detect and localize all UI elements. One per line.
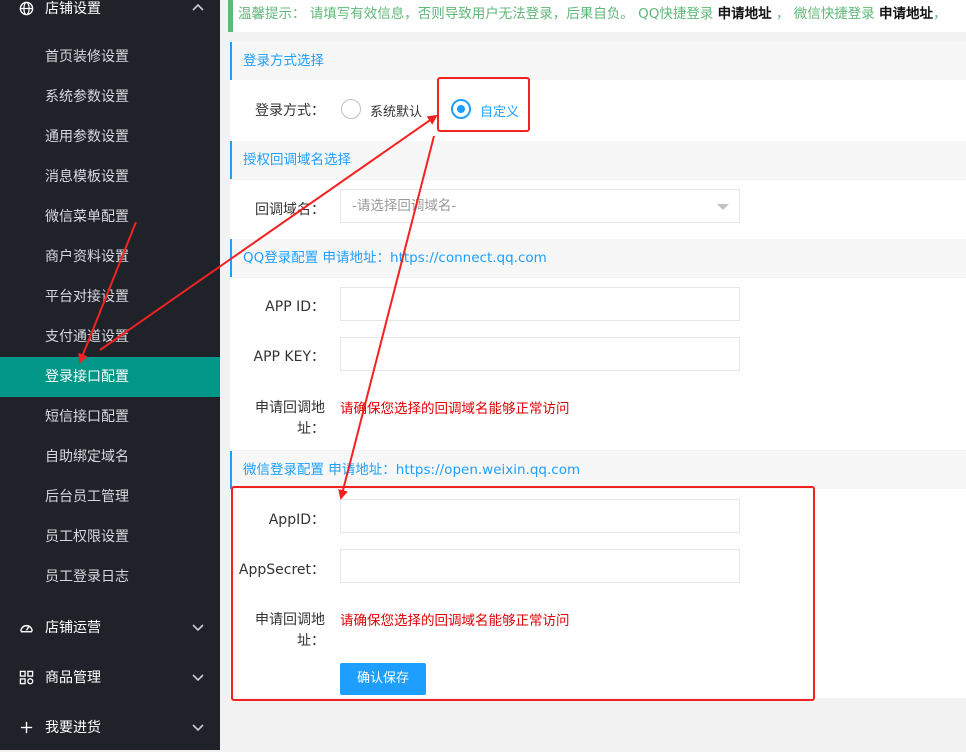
wx-callback-warning: 请确保您选择的回调域名能够正常访问 [340,613,570,629]
chevron-down-icon [190,719,206,735]
gauge-icon [18,619,34,635]
qq-callback-label-line2: 址： [297,421,325,437]
save-button[interactable]: 确认保存 [340,663,426,695]
login-method-label: 登录方式： [255,103,325,119]
globe-icon [18,0,34,16]
sidebar-item-sms-api[interactable]: 短信接口配置 [0,397,220,437]
section-title-login-method: 登录方式选择 [230,42,966,80]
sidebar: 店铺设置 首页装修设置 系统参数设置 通用参数设置 消息模板设置 微信菜单配置 … [0,0,220,750]
qq-app-id-label: APP ID： [265,299,325,315]
sidebar-item-platform-integration[interactable]: 平台对接设置 [0,277,220,317]
wx-apply-link[interactable]: 申请地址 [879,6,933,22]
chevron-down-icon [190,669,206,685]
wx-appsecret-label: AppSecret： [238,562,325,578]
sidebar-item-system-params[interactable]: 系统参数设置 [0,77,220,117]
section-title-weixin-config: 微信登录配置 申请地址：https://open.weixin.qq.com [230,451,966,489]
qq-apply-link[interactable]: 申请地址 [718,6,772,22]
notice-qq-label: QQ快捷登录 [638,6,714,22]
wx-callback-label-line1: 申请回调地 [255,612,325,628]
sidebar-item-staff-login-log[interactable]: 员工登录日志 [0,557,220,597]
notice-bar: 温馨提示： 请填写有效信息，否则导致用户无法登录，后果自负。 QQ快捷登录 申请… [228,0,966,32]
wx-appid-input[interactable] [340,499,740,533]
sidebar-item-general-params[interactable]: 通用参数设置 [0,117,220,157]
wx-appid-label: AppID： [268,512,325,528]
qq-app-id-input[interactable] [340,287,740,321]
sidebar-group-product-management[interactable]: 商品管理 [0,652,220,702]
sidebar-item-staff-permissions[interactable]: 员工权限设置 [0,517,220,557]
sidebar-item-payment-channel[interactable]: 支付通道设置 [0,317,220,357]
sidebar-item-staff-management[interactable]: 后台员工管理 [0,477,220,517]
sidebar-group-shop-operations[interactable]: 店铺运营 [0,602,220,652]
callback-domain-select[interactable]: -请选择回调域名- [340,189,740,223]
notice-prefix: 温馨提示： [238,6,306,22]
sidebar-group-label: 店铺设置 [45,1,101,17]
radio-system-default[interactable] [341,99,361,119]
sidebar-group-label: 我要进货 [45,720,101,736]
sidebar-group-label: 店铺运营 [45,620,101,636]
qq-app-key-label: APP KEY： [253,349,326,365]
qq-callback-warning: 请确保您选择的回调域名能够正常访问 [340,401,570,417]
notice-text: 请填写有效信息，否则导致用户无法登录，后果自负。 [309,6,634,22]
sidebar-group-label: 商品管理 [45,670,101,686]
notice-wx-label: 微信快捷登录 [793,6,875,22]
sidebar-item-wechat-menu[interactable]: 微信菜单配置 [0,197,220,237]
dropdown-caret-icon [717,204,729,210]
callback-domain-placeholder: -请选择回调域名- [352,198,457,214]
sidebar-group-shop-settings[interactable]: 店铺设置 [0,0,220,33]
wx-appsecret-input[interactable] [340,549,740,583]
sidebar-group-purchase[interactable]: 我要进货 [0,702,220,752]
notice-tail: ， [933,6,947,22]
sidebar-item-merchant-profile[interactable]: 商户资料设置 [0,237,220,277]
chevron-up-icon [190,0,206,16]
qq-callback-label-line1: 申请回调地 [255,400,325,416]
sidebar-item-message-templates[interactable]: 消息模板设置 [0,157,220,197]
section-title-qq-config: QQ登录配置 申请地址：https://connect.qq.com [230,239,966,277]
plus-icon [18,719,34,735]
radio-system-default-label[interactable]: 系统默认 [370,101,422,120]
sidebar-item-homepage-decoration[interactable]: 首页装修设置 [0,37,220,77]
qq-app-key-input[interactable] [340,337,740,371]
chevron-down-icon [190,619,206,635]
callback-domain-label: 回调域名： [255,202,325,218]
radio-custom[interactable] [451,99,471,119]
sidebar-item-login-api[interactable]: 登录接口配置 [0,357,220,397]
section-title-callback-domain: 授权回调域名选择 [230,141,966,179]
grid-icon [18,669,34,685]
sidebar-item-bind-domain[interactable]: 自助绑定域名 [0,437,220,477]
notice-separator: ， [775,6,790,22]
wx-callback-label-line2: 址： [297,633,325,649]
radio-custom-label[interactable]: 自定义 [480,101,519,120]
